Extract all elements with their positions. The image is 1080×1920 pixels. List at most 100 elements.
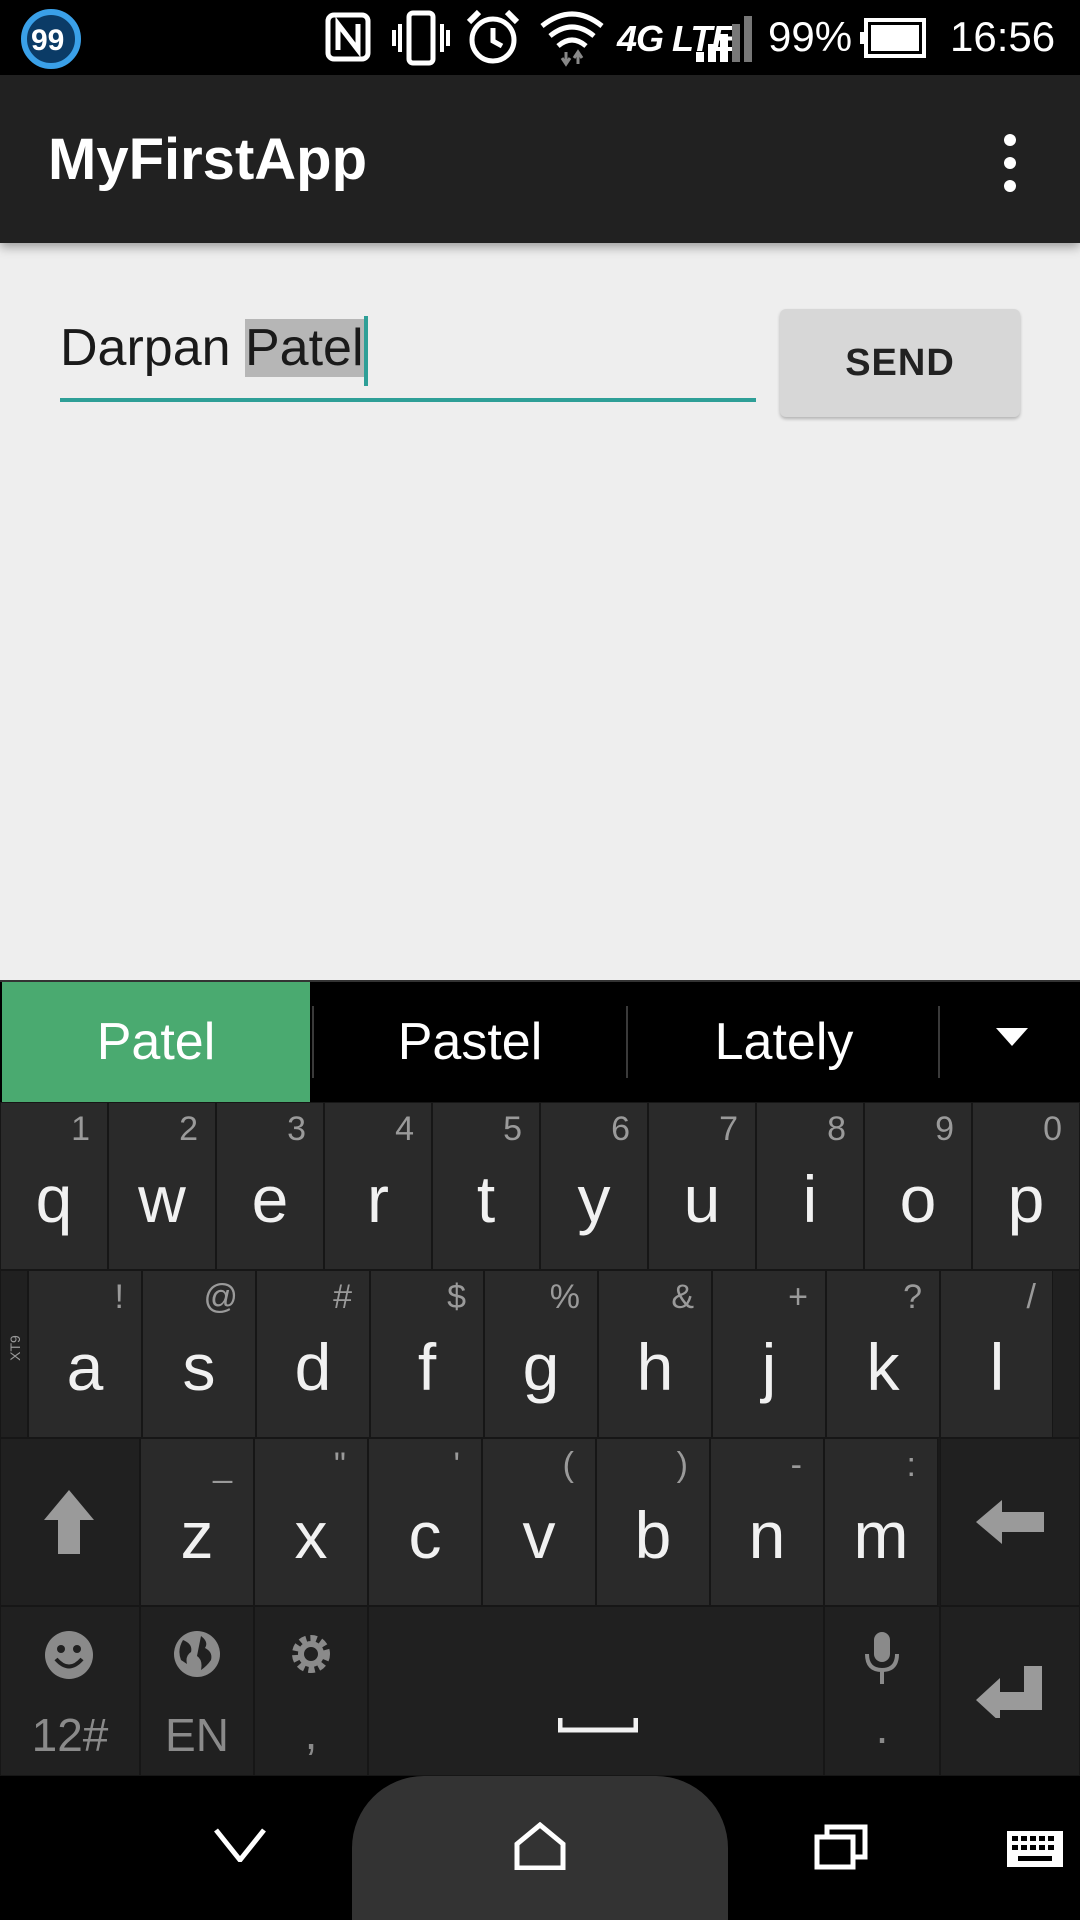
key-c[interactable]: ' c [368,1438,482,1606]
key-h[interactable]: & h [598,1270,712,1438]
space-key[interactable] [368,1606,824,1776]
key-label: c [408,1498,442,1572]
message-input[interactable]: Darpan Patel [60,300,756,402]
key-i[interactable]: 8i [756,1102,864,1270]
expand-suggestions-icon[interactable] [996,1028,1028,1048]
key-r[interactable]: 4r [324,1102,432,1270]
key-label: f [417,1330,437,1404]
key-label: k [866,1330,900,1404]
keyboard-switch-icon[interactable] [1006,1830,1064,1868]
key-z[interactable]: _ z [140,1438,254,1606]
key-label: o [899,1162,937,1236]
signal-strength-icon [696,16,752,62]
key-label: d [294,1330,332,1404]
key-q[interactable]: 1q [0,1102,108,1270]
back-chevron-icon[interactable] [214,1828,266,1862]
symbols-emoji-key[interactable]: 12# [0,1606,140,1776]
suggestion-item[interactable]: Pastel [314,982,626,1102]
notification-badge-count: 99 [31,24,65,57]
key-hint: $ [447,1278,466,1316]
settings-gear-icon [292,1635,330,1673]
space-bar-icon [558,1718,638,1733]
suggestion-bar: Patel Pastel Lately [0,980,1080,1104]
key-g[interactable]: % g [484,1270,598,1438]
key-hint: - [790,1446,802,1484]
xt9-indicator: XT9 [0,1270,28,1438]
key-hint: ) [676,1446,688,1484]
key-u[interactable]: 7u [648,1102,756,1270]
app-bar: MyFirstApp [0,75,1080,243]
voice-input-key[interactable]: . [824,1606,940,1776]
overflow-menu-icon[interactable] [990,130,1030,196]
key-label: n [748,1498,786,1572]
key-p[interactable]: 0p [972,1102,1080,1270]
key-label: h [636,1330,674,1404]
key-hint: / [1026,1278,1036,1316]
input-underline [60,398,756,402]
key-hint: & [671,1278,694,1316]
shift-key[interactable] [0,1438,140,1606]
key-hint: ! [114,1278,124,1316]
emoji-icon [45,1631,93,1679]
key-j[interactable]: + j [712,1270,826,1438]
key-label: v [522,1498,556,1572]
battery-icon [860,18,926,58]
key-s[interactable]: @ s [142,1270,256,1438]
key-label: l [989,1330,1005,1404]
nfc-icon [325,12,371,62]
key-b[interactable]: ) b [596,1438,710,1606]
key-y[interactable]: 6y [540,1102,648,1270]
input-text-selected: Patel [245,319,364,377]
text-cursor [363,316,368,387]
key-label: b [634,1498,672,1572]
vibrate-icon [392,10,450,66]
language-key-label: EN [165,1709,229,1761]
key-hint: + [788,1278,808,1316]
key-l[interactable]: / l [940,1270,1054,1438]
key-hint: _ [213,1446,232,1484]
key-label: e [251,1162,289,1236]
key-f[interactable]: $ f [370,1270,484,1438]
key-t[interactable]: 5t [432,1102,540,1270]
suggestion-item[interactable]: Patel [2,982,310,1102]
key-label: y [577,1162,611,1236]
suggestion-item[interactable]: Lately [628,982,940,1102]
key-label: q [35,1162,73,1236]
key-v[interactable]: (v [482,1438,596,1606]
send-button[interactable]: SEND [780,309,1020,417]
key-hint: 5 [503,1110,522,1148]
backspace-key[interactable] [940,1438,1080,1606]
key-a[interactable]: ! a [28,1270,142,1438]
suggestion-divider [938,1006,940,1078]
enter-key[interactable] [940,1606,1080,1776]
key-k[interactable]: ? k [826,1270,940,1438]
key-hint: ' [453,1446,461,1484]
voice-key-sub: . [875,1701,889,1753]
language-key[interactable]: EN [140,1606,254,1776]
key-hint: : [906,1446,916,1484]
key-o[interactable]: 9o [864,1102,972,1270]
key-hint: ? [903,1278,922,1316]
status-bar: 99 4G LTE 99% 16:56 [0,0,1080,75]
app-title: MyFirstApp [48,127,367,192]
key-d[interactable]: # d [256,1270,370,1438]
home-icon[interactable] [514,1822,566,1870]
key-label: r [367,1162,389,1236]
key-label: u [683,1162,721,1236]
backspace-arrow-icon [976,1500,1044,1544]
key-hint: 7 [719,1110,738,1148]
key-w[interactable]: 2w [108,1102,216,1270]
globe-icon [174,1631,220,1677]
soft-keyboard: 1q2w3e4r5t6y7u8i9o0p ! a @ s # d $ f% g & h + j? k / l … [0,1102,1080,1776]
key-hint: 2 [179,1110,198,1148]
key-x[interactable]: " x [254,1438,368,1606]
message-input-text[interactable]: Darpan Patel [60,316,368,387]
clock: 16:56 [950,13,1056,60]
key-label: x [294,1498,328,1572]
key-e[interactable]: 3e [216,1102,324,1270]
key-hint: 1 [71,1110,90,1148]
key-m[interactable]: :m [824,1438,938,1606]
settings-key[interactable]: , [254,1606,368,1776]
key-n[interactable]: -n [710,1438,824,1606]
recent-apps-icon[interactable] [814,1824,868,1870]
